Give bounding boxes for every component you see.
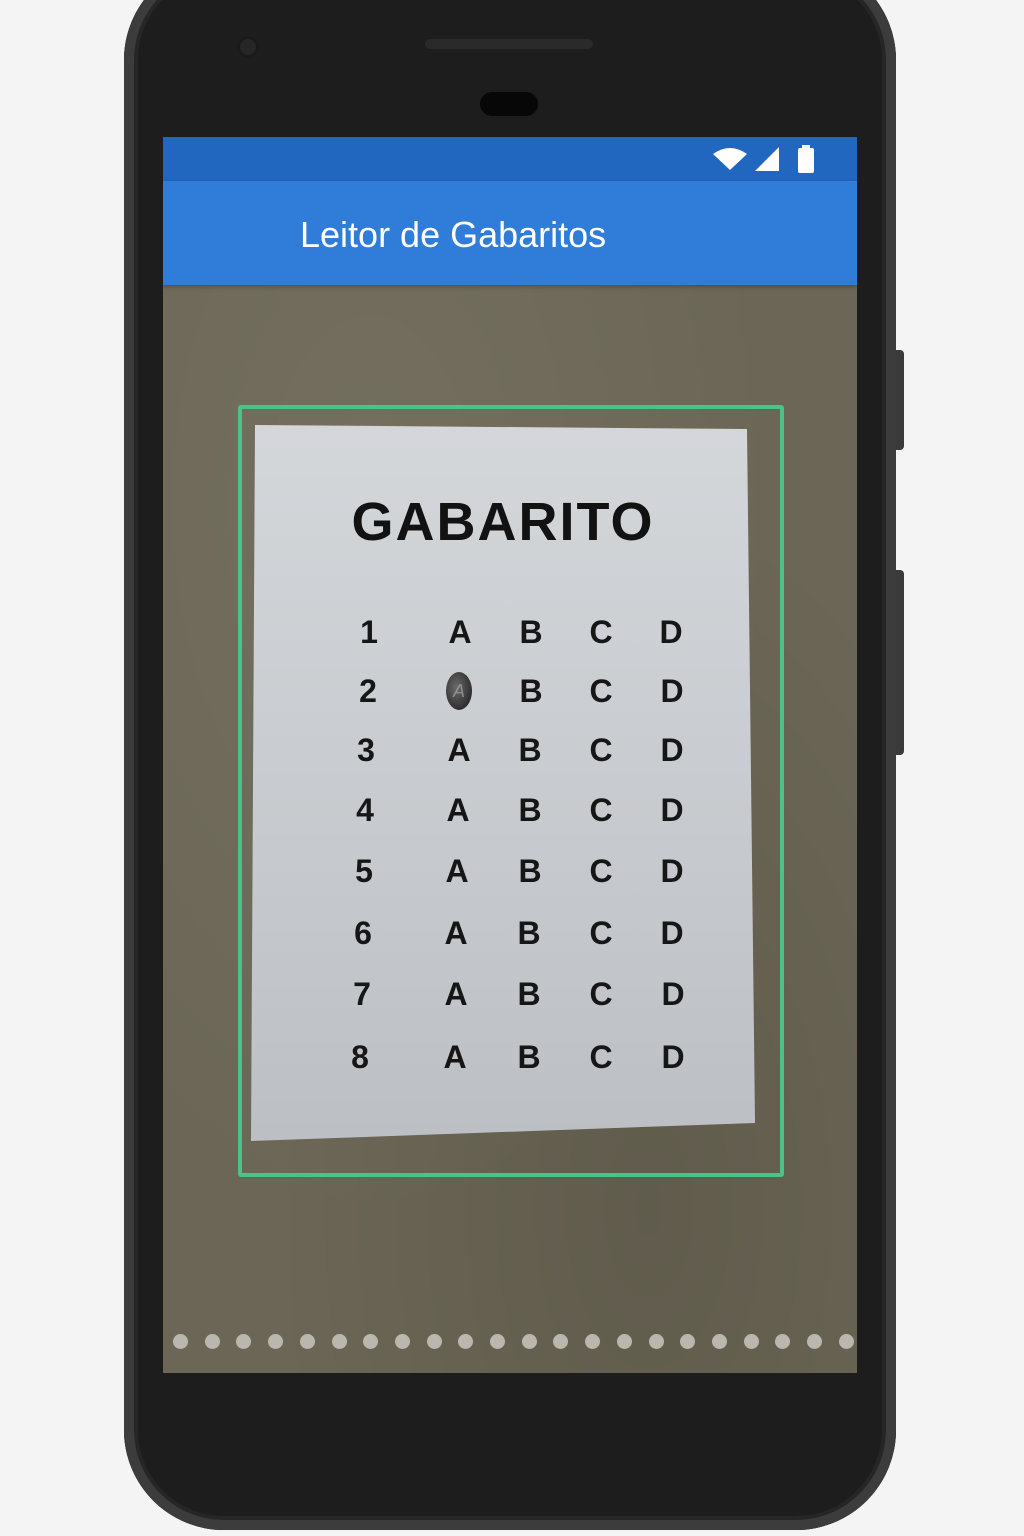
- status-bar: [163, 137, 857, 181]
- front-camera: [237, 36, 259, 58]
- page-indicator-dots: [163, 1334, 857, 1350]
- indicator-dot: [807, 1334, 822, 1349]
- app-title: Leitor de Gabaritos: [300, 214, 607, 255]
- indicator-dot: [331, 1334, 347, 1349]
- indicator-dot: [838, 1334, 854, 1349]
- indicator-dot: [616, 1334, 632, 1349]
- indicator-dot: [585, 1334, 601, 1349]
- phone-screen: Leitor de Gabaritos GABARITO 1ABCD2ABCD3…: [163, 137, 857, 1373]
- detection-frame: [238, 405, 784, 1177]
- indicator-dot: [363, 1334, 379, 1349]
- volume-button: [896, 350, 904, 450]
- wifi-icon: [713, 148, 747, 170]
- indicator-dot: [394, 1334, 410, 1349]
- indicator-dot: [711, 1334, 727, 1349]
- indicator-dot: [521, 1334, 537, 1349]
- app-bar: Leitor de Gabaritos: [163, 181, 857, 285]
- indicator-dot: [236, 1334, 252, 1349]
- indicator-dot: [268, 1334, 284, 1349]
- indicator-dot: [299, 1334, 315, 1349]
- earpiece: [480, 92, 538, 116]
- battery-icon: [798, 145, 814, 173]
- indicator-dot: [204, 1334, 220, 1349]
- indicator-dot: [173, 1334, 188, 1349]
- speaker-grille: [425, 39, 593, 49]
- indicator-dot: [743, 1334, 759, 1349]
- indicator-dot: [490, 1334, 505, 1349]
- camera-preview[interactable]: GABARITO 1ABCD2ABCD3ABCD4ABCD5ABCD6ABCD7…: [163, 285, 857, 1373]
- power-button: [896, 570, 904, 755]
- indicator-dot: [648, 1334, 664, 1349]
- indicator-dot: [775, 1334, 791, 1349]
- indicator-dot: [426, 1334, 442, 1349]
- indicator-dot: [553, 1334, 569, 1349]
- indicator-dot: [680, 1334, 696, 1349]
- indicator-dot: [458, 1334, 474, 1349]
- cell-signal-icon: [755, 147, 779, 171]
